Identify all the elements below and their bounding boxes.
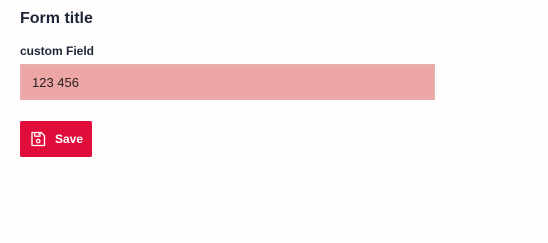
form: Form title custom Field — [20, 9, 435, 100]
save-button-label: Save — [55, 132, 84, 146]
floppy-disk-icon — [30, 131, 46, 147]
save-button[interactable]: Save — [20, 121, 92, 157]
form-title: Form title — [20, 10, 93, 27]
custom-field-input[interactable] — [20, 64, 435, 100]
custom-field-label: custom Field — [20, 44, 95, 58]
